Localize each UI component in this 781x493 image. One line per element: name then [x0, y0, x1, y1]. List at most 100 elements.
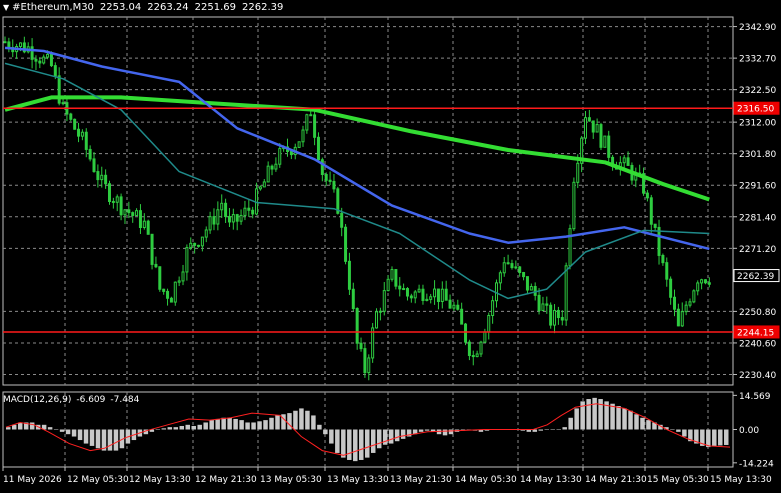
- candle-body: [138, 210, 142, 229]
- macd-bar: [670, 429, 675, 430]
- candle-body: [584, 117, 587, 139]
- macd-bar: [263, 420, 268, 430]
- chart-canvas[interactable]: 2342.90 2332.70 2322.50 2312.00 2301.80 2291.…: [0, 0, 781, 489]
- candle-body: [239, 214, 243, 222]
- macd-bar: [562, 427, 567, 430]
- candle-body: [340, 212, 344, 228]
- macd-bar: [221, 417, 226, 430]
- candle-body: [398, 285, 402, 290]
- candle-body: [150, 233, 154, 265]
- candle-body: [46, 53, 50, 58]
- candle-body: [251, 209, 255, 215]
- candle-body: [676, 308, 680, 327]
- macd-bar: [209, 420, 214, 430]
- macd-bar: [418, 429, 424, 432]
- candle-body: [38, 60, 42, 64]
- macd-bar: [544, 429, 549, 430]
- time-axis-label: 14 May 13:30: [520, 475, 582, 485]
- macd-bar: [317, 424, 322, 430]
- candle-body: [231, 214, 235, 223]
- candle-body: [475, 353, 479, 358]
- time-axis-label: 14 May 21:30: [585, 475, 647, 485]
- candle-body: [444, 288, 448, 301]
- candle-body: [204, 229, 208, 238]
- candle-body: [212, 216, 216, 225]
- macd-bar: [568, 417, 573, 430]
- macd-bar: [251, 422, 256, 430]
- current-price-tag-text: 2262.39: [737, 272, 774, 282]
- macd-bar: [17, 422, 23, 430]
- candle-body: [405, 288, 409, 297]
- price-axis-label: 2250.80: [739, 308, 776, 318]
- candle-body: [344, 226, 348, 262]
- candle-body: [142, 220, 146, 229]
- candle-body: [220, 202, 224, 211]
- candle-body: [599, 124, 603, 148]
- candle-body: [669, 278, 673, 298]
- candle-body: [111, 200, 115, 203]
- candle-body: [448, 299, 452, 309]
- candle-body: [452, 304, 456, 309]
- candle-body: [363, 348, 367, 374]
- candle-body: [347, 260, 351, 290]
- candle-body: [518, 266, 522, 274]
- candle-body: [421, 288, 425, 301]
- candle-body: [564, 265, 568, 321]
- candle-body: [154, 263, 158, 268]
- candle-body: [429, 296, 433, 300]
- candle-body: [549, 304, 553, 326]
- candle-body: [378, 310, 382, 313]
- candle-body: [367, 357, 371, 374]
- candle-body: [316, 136, 320, 161]
- close-value: 2262.39: [242, 2, 284, 13]
- candle-body: [274, 163, 278, 170]
- candle-body: [119, 196, 123, 216]
- macd-main-value: -6.609: [76, 395, 106, 405]
- candle-body: [703, 279, 707, 284]
- candle-body: [479, 341, 483, 355]
- candle-body: [266, 165, 270, 183]
- candle-body: [692, 290, 696, 303]
- candle-body: [525, 276, 529, 291]
- candle-body: [456, 304, 460, 310]
- candle-body: [707, 282, 711, 285]
- macd-bar: [341, 429, 346, 458]
- macd-name: MACD(12,26,9): [3, 395, 72, 405]
- macd-bar: [424, 429, 430, 431]
- chart-window[interactable]: 2342.90 2332.70 2322.50 2312.00 2301.80 2291.…: [0, 0, 781, 489]
- time-axis-label: 12 May 05:30: [67, 475, 129, 485]
- candle-body: [3, 41, 7, 44]
- macd-bar: [293, 410, 298, 430]
- macd-bar: [191, 425, 196, 430]
- macd-bar: [173, 427, 179, 430]
- macd-bar: [592, 397, 597, 430]
- candle-body: [460, 308, 464, 325]
- dropdown-arrow-icon[interactable]: ▼: [3, 3, 9, 12]
- macd-bar: [47, 427, 53, 430]
- candle-body: [185, 247, 189, 273]
- candle-body: [529, 286, 533, 291]
- candle-body: [96, 171, 100, 181]
- candle-body: [123, 209, 127, 216]
- candle-body: [88, 148, 92, 160]
- macd-bar: [95, 429, 101, 449]
- candle-body: [73, 118, 77, 130]
- macd-bar: [640, 417, 645, 430]
- macd-bar: [107, 429, 113, 451]
- symbol-label: #Ethereum,M30: [12, 2, 94, 13]
- macd-bar: [706, 429, 711, 448]
- candle-body: [402, 288, 406, 291]
- macd-bar: [646, 420, 651, 430]
- macd-bar: [724, 429, 729, 445]
- candle-body: [591, 120, 595, 133]
- candle-body: [309, 114, 313, 117]
- candle-body: [386, 278, 390, 292]
- candle-body: [587, 117, 591, 122]
- macd-bar: [179, 425, 185, 430]
- candle-body: [626, 157, 630, 166]
- candle-body: [301, 129, 305, 143]
- candle-body: [382, 290, 386, 312]
- candle-body: [487, 314, 491, 333]
- time-axis-label: 13 May 05:30: [260, 475, 322, 485]
- candle-body: [270, 165, 274, 170]
